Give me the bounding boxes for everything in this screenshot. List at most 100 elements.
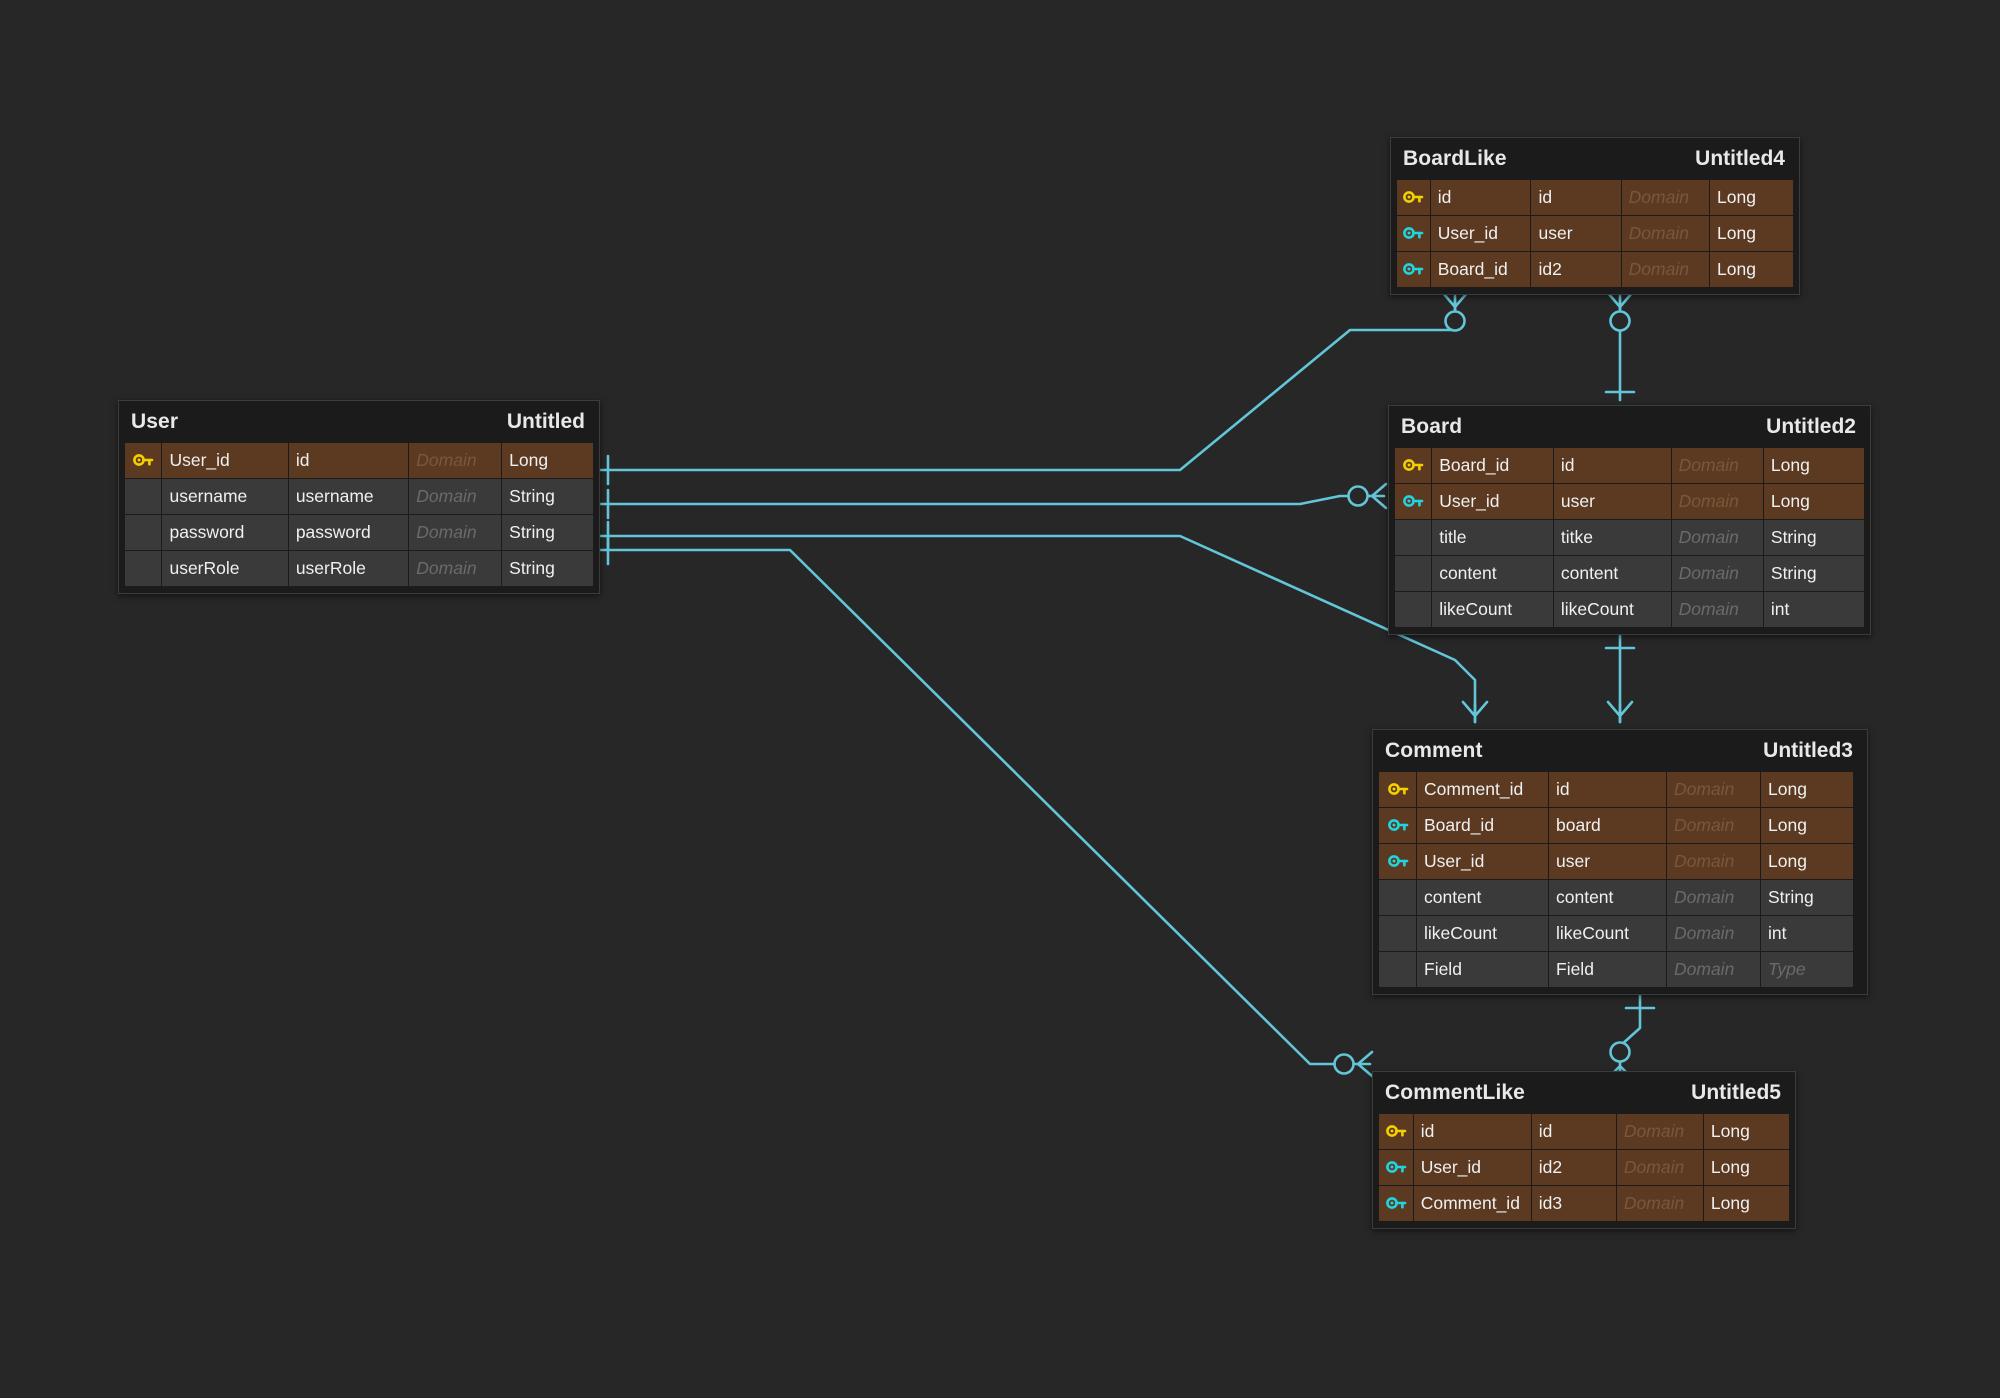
column-logical-name[interactable]: id <box>1413 1114 1532 1150</box>
column-data-type[interactable]: String <box>502 479 594 515</box>
column-logical-name[interactable]: title <box>1432 520 1554 556</box>
column-key-cell[interactable] <box>1379 844 1417 880</box>
column-key-cell[interactable] <box>1379 952 1417 988</box>
column-row[interactable]: title titke Domain String <box>1395 520 1864 556</box>
column-data-type[interactable]: String <box>1761 880 1853 916</box>
table-comment-boardlike[interactable]: Untitled4 <box>1695 147 1785 171</box>
column-key-cell[interactable] <box>1395 448 1433 484</box>
column-physical-name[interactable]: id3 <box>1531 1186 1617 1222</box>
column-key-cell[interactable] <box>1379 1186 1414 1222</box>
column-domain[interactable]: Domain <box>1616 1186 1704 1222</box>
column-row[interactable]: User_id user Domain Long <box>1397 216 1793 252</box>
column-physical-name[interactable]: likeCount <box>1549 916 1667 952</box>
column-row[interactable]: User_id id Domain Long <box>125 443 594 479</box>
column-logical-name[interactable]: Comment_id <box>1417 772 1549 808</box>
column-row[interactable]: password password Domain String <box>125 515 594 551</box>
column-domain[interactable]: Domain <box>1671 448 1764 484</box>
table-comment-commentlike[interactable]: Untitled5 <box>1691 1081 1781 1105</box>
column-domain[interactable]: Domain <box>1621 180 1711 216</box>
table-name-boardlike[interactable]: BoardLike <box>1403 147 1507 171</box>
table-name-commentlike[interactable]: CommentLike <box>1385 1081 1525 1105</box>
table-header-comment[interactable]: Comment Untitled3 <box>1373 730 1867 772</box>
column-key-cell[interactable] <box>1379 1150 1414 1186</box>
column-row[interactable]: username username Domain String <box>125 479 594 515</box>
column-domain[interactable]: Domain <box>1667 844 1761 880</box>
column-row[interactable]: Board_id id2 Domain Long <box>1397 252 1793 288</box>
column-domain[interactable]: Domain <box>1667 808 1761 844</box>
column-logical-name[interactable]: userRole <box>162 551 289 587</box>
column-physical-name[interactable]: user <box>1553 484 1672 520</box>
column-row[interactable]: likeCount likeCount Domain int <box>1379 916 1861 952</box>
column-logical-name[interactable]: User_id <box>1430 216 1532 252</box>
table-comment-user[interactable]: Untitled <box>507 410 585 434</box>
column-physical-name[interactable]: id2 <box>1531 252 1622 288</box>
column-data-type[interactable]: int <box>1761 916 1853 952</box>
column-row[interactable]: Comment_id id3 Domain Long <box>1379 1186 1789 1222</box>
column-data-type[interactable]: Long <box>1710 216 1793 252</box>
table-header-boardlike[interactable]: BoardLike Untitled4 <box>1391 138 1799 180</box>
column-key-cell[interactable] <box>125 443 163 479</box>
column-logical-name[interactable]: Board_id <box>1432 448 1554 484</box>
column-data-type[interactable]: Long <box>1703 1186 1789 1222</box>
column-domain[interactable]: Domain <box>1671 484 1764 520</box>
table-header-board[interactable]: Board Untitled2 <box>1389 406 1870 448</box>
column-key-cell[interactable] <box>1395 592 1433 628</box>
column-physical-name[interactable]: content <box>1549 880 1667 916</box>
column-logical-name[interactable]: Comment_id <box>1413 1186 1532 1222</box>
column-data-type[interactable]: Long <box>1710 252 1793 288</box>
column-row[interactable]: Board_id id Domain Long <box>1395 448 1864 484</box>
table-header-commentlike[interactable]: CommentLike Untitled5 <box>1373 1072 1795 1114</box>
column-row[interactable]: userRole userRole Domain String <box>125 551 594 587</box>
column-key-cell[interactable] <box>125 479 163 515</box>
column-physical-name[interactable]: id2 <box>1531 1150 1617 1186</box>
column-logical-name[interactable]: Board_id <box>1430 252 1532 288</box>
table-comment[interactable]: Comment Untitled3 Comment_id id Domain Long Bo… <box>1372 729 1868 995</box>
column-logical-name[interactable]: likeCount <box>1432 592 1554 628</box>
column-logical-name[interactable]: content <box>1432 556 1554 592</box>
column-logical-name[interactable]: id <box>1430 180 1532 216</box>
column-key-cell[interactable] <box>1395 484 1433 520</box>
column-physical-name[interactable]: board <box>1549 808 1667 844</box>
column-row[interactable]: User_id user Domain Long <box>1395 484 1864 520</box>
column-row[interactable]: content content Domain String <box>1395 556 1864 592</box>
column-key-cell[interactable] <box>1395 520 1433 556</box>
table-boardlike[interactable]: BoardLike Untitled4 id id Domain Long User_id u… <box>1390 137 1800 295</box>
column-row[interactable]: content content Domain String <box>1379 880 1861 916</box>
column-logical-name[interactable]: username <box>162 479 289 515</box>
column-key-cell[interactable] <box>1395 556 1433 592</box>
column-key-cell[interactable] <box>125 515 163 551</box>
table-header-user[interactable]: User Untitled <box>119 401 599 443</box>
column-physical-name[interactable]: id <box>1531 1114 1617 1150</box>
column-row[interactable]: Field Field Domain Type <box>1379 952 1861 988</box>
table-name-user[interactable]: User <box>131 410 178 434</box>
column-domain[interactable]: Domain <box>409 443 503 479</box>
column-domain[interactable]: Domain <box>409 551 503 587</box>
column-row[interactable]: User_id user Domain Long <box>1379 844 1861 880</box>
column-logical-name[interactable]: User_id <box>1417 844 1549 880</box>
erd-canvas[interactable]: User Untitled User_id id Domain Long username u… <box>0 0 2000 1398</box>
column-domain[interactable]: Domain <box>409 515 503 551</box>
column-data-type[interactable]: Long <box>1761 772 1853 808</box>
column-row[interactable]: User_id id2 Domain Long <box>1379 1150 1789 1186</box>
column-key-cell[interactable] <box>1379 772 1417 808</box>
column-domain[interactable]: Domain <box>1616 1114 1704 1150</box>
column-physical-name[interactable]: likeCount <box>1553 592 1672 628</box>
column-physical-name[interactable]: username <box>288 479 410 515</box>
column-domain[interactable]: Domain <box>409 479 503 515</box>
column-key-cell[interactable] <box>1397 180 1431 216</box>
table-board[interactable]: Board Untitled2 Board_id id Domain Long User_i… <box>1388 405 1871 635</box>
column-physical-name[interactable]: password <box>288 515 410 551</box>
column-physical-name[interactable]: Field <box>1549 952 1667 988</box>
table-comment-comment[interactable]: Untitled3 <box>1763 739 1853 763</box>
column-physical-name[interactable]: id <box>288 443 410 479</box>
column-domain[interactable]: Domain <box>1671 592 1764 628</box>
table-commentlike[interactable]: CommentLike Untitled5 id id Domain Long User_i… <box>1372 1071 1796 1229</box>
column-physical-name[interactable]: titke <box>1553 520 1672 556</box>
column-logical-name[interactable]: Field <box>1417 952 1549 988</box>
column-row[interactable]: likeCount likeCount Domain int <box>1395 592 1864 628</box>
column-domain[interactable]: Domain <box>1667 772 1761 808</box>
column-physical-name[interactable]: user <box>1531 216 1622 252</box>
column-data-type[interactable]: String <box>1763 556 1864 592</box>
column-domain[interactable]: Domain <box>1671 556 1764 592</box>
column-data-type[interactable]: Long <box>1763 484 1864 520</box>
